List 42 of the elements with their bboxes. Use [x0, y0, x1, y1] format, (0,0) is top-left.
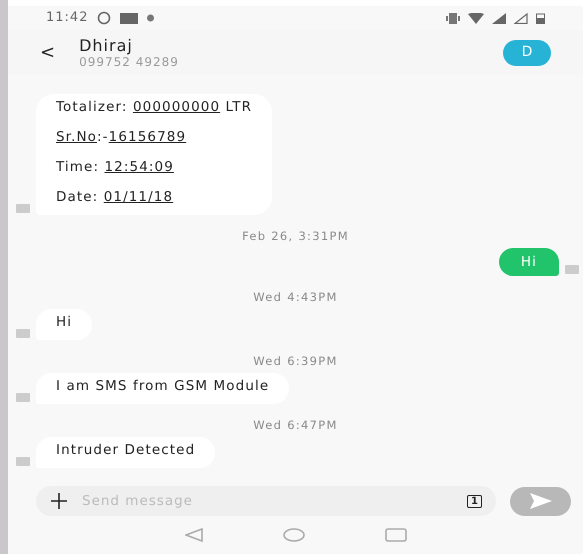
message-timestamp: Wed 4:43PM	[252, 290, 339, 304]
message-link[interactable]: 01/11/18	[104, 189, 174, 205]
message-text: I am SMS from GSM Module	[56, 378, 270, 394]
plus-icon[interactable]	[50, 492, 68, 510]
home-nav-icon[interactable]	[282, 528, 304, 542]
sim-card-icon	[16, 457, 30, 466]
message-text: Hi	[520, 254, 537, 270]
message-timestamp: Feb 26, 3:31PM	[241, 229, 350, 243]
message-text: Totalizer:	[56, 99, 129, 115]
sim-card-icon	[16, 204, 30, 213]
sim-card-icon	[16, 393, 30, 402]
dot-icon	[146, 14, 156, 22]
back-nav-icon[interactable]	[184, 528, 202, 542]
battery-icon	[536, 12, 545, 24]
message-timestamp: Wed 6:39PM	[252, 354, 339, 368]
message-text: Intruder Detected	[56, 442, 196, 458]
back-button[interactable]: <	[40, 39, 56, 66]
message-text: Hi	[56, 314, 72, 330]
chat-app-icon	[96, 11, 112, 25]
message-link[interactable]: 12:54:09	[104, 159, 174, 175]
sim-card-icon	[16, 329, 30, 338]
contact-number: 099752 49289	[79, 54, 180, 68]
message-text: Time:	[56, 159, 100, 175]
sim-card-icon	[565, 265, 579, 274]
message-text: :-	[97, 129, 109, 145]
recents-nav-icon[interactable]	[384, 528, 406, 542]
message-text: Date:	[56, 189, 100, 205]
send-icon	[530, 493, 552, 509]
signal-icon	[514, 12, 528, 24]
carrier-icon	[120, 12, 138, 24]
vibrate-icon	[446, 12, 460, 24]
sim-selector[interactable]: 1	[467, 494, 482, 508]
message-link[interactable]: Sr.No	[56, 129, 98, 145]
signal-icon	[492, 12, 506, 24]
message-link[interactable]: 16156789	[108, 129, 186, 145]
send-button[interactable]	[510, 486, 571, 516]
message-timestamp: Wed 6:47PM	[252, 418, 339, 432]
contact-name: Dhiraj	[79, 36, 134, 54]
wifi-icon	[468, 12, 484, 24]
message-text: LTR	[224, 99, 252, 115]
clock-time: 11:42	[46, 9, 88, 28]
message-link[interactable]: 000000000	[132, 99, 220, 115]
